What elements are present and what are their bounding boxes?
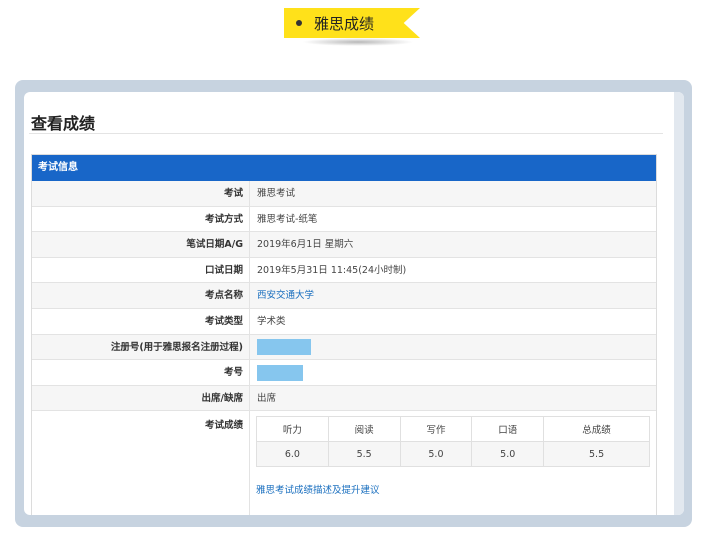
banner-title: 雅思成绩 — [314, 15, 375, 33]
row-exam-mode: 考试方式 雅思考试-纸笔 — [32, 206, 656, 233]
score-writing: 5.0 — [399, 441, 473, 468]
row-value: 2019年6月1日 星期六 — [257, 239, 354, 251]
row-label: 笔试日期A/G — [32, 232, 250, 257]
title-divider — [29, 133, 663, 134]
row-value — [250, 335, 656, 360]
redacted-registration-number — [257, 339, 311, 356]
row-value: 西安交通大学 — [250, 283, 656, 308]
section-banner: 雅思成绩 — [284, 8, 424, 48]
redacted-candidate-number — [257, 364, 303, 381]
row-label: 注册号(用于雅思报名注册过程) — [32, 334, 250, 360]
row-value — [250, 360, 656, 385]
row-candidate-number: 考号 — [32, 360, 656, 386]
row-label: 考点名称 — [32, 283, 250, 308]
score-header-overall: 总成绩 — [543, 416, 650, 443]
row-label: 考试类型 — [32, 308, 250, 334]
row-value: 听力 阅读 写作 口语 总成绩 6.0 5.5 5.0 5.0 5.5 雅思考试… — [250, 411, 656, 515]
banner-ribbon: 雅思成绩 — [284, 8, 420, 38]
info-rows: 考试 雅思考试 考试方式 雅思考试-纸笔 笔试日期A/G 2019年6月1日 星… — [32, 181, 656, 412]
score-description-link[interactable]: 雅思考试成绩描述及提升建议 — [256, 482, 656, 496]
row-label: 考试 — [32, 181, 250, 206]
score-overall: 5.5 — [543, 441, 650, 468]
row-label: 考试成绩 — [32, 411, 250, 515]
score-table: 听力 阅读 写作 口语 总成绩 6.0 5.5 5.0 5.0 5.5 — [256, 416, 650, 468]
score-value-row: 6.0 5.5 5.0 5.0 5.5 — [256, 441, 650, 468]
score-speaking: 5.0 — [471, 441, 545, 468]
row-label: 出席/缺席 — [32, 385, 250, 411]
row-attendance: 出席/缺席 出席 — [32, 385, 656, 412]
banner-shadow — [302, 38, 414, 46]
score-listening: 6.0 — [256, 441, 329, 468]
scrollbar-track[interactable] — [674, 92, 684, 515]
row-label: 考试方式 — [32, 206, 250, 232]
row-label: 口试日期 — [32, 257, 250, 283]
row-exam-type: 考试类型 学术类 — [32, 308, 656, 335]
row-scores: 考试成绩 听力 阅读 写作 口语 总成绩 6.0 5.5 5.0 5.0 5.5… — [32, 411, 656, 515]
exam-info-panel: 考试信息 考试 雅思考试 考试方式 雅思考试-纸笔 笔试日期A/G 2019年6… — [31, 154, 657, 515]
score-reading: 5.5 — [327, 441, 401, 468]
row-registration-number: 注册号(用于雅思报名注册过程) — [32, 334, 656, 361]
row-speaking-date: 口试日期 2019年5月31日 11:45(24小时制) — [32, 257, 656, 284]
score-header-row: 听力 阅读 写作 口语 总成绩 — [256, 416, 650, 443]
panel-header: 考试信息 — [32, 155, 656, 181]
test-centre-link[interactable]: 西安交通大学 — [257, 290, 314, 301]
row-value: 出席 — [257, 392, 277, 404]
row-exam: 考试 雅思考试 — [32, 181, 656, 207]
score-header-listening: 听力 — [256, 416, 329, 443]
row-value: 2019年5月31日 11:45(24小时制) — [257, 264, 407, 276]
screenshot-frame: 查看成绩 考试信息 考试 雅思考试 考试方式 雅思考试-纸笔 笔试日期A/G 2… — [15, 80, 692, 527]
row-label: 考号 — [32, 360, 250, 385]
row-value: 雅思考试-纸笔 — [257, 213, 318, 225]
score-header-reading: 阅读 — [327, 416, 401, 443]
row-value: 学术类 — [257, 315, 286, 327]
bullet-icon — [296, 20, 302, 26]
page-title: 查看成绩 — [31, 114, 96, 133]
score-header-writing: 写作 — [399, 416, 473, 443]
score-header-speaking: 口语 — [471, 416, 545, 443]
row-written-date: 笔试日期A/G 2019年6月1日 星期六 — [32, 232, 656, 258]
row-value: 雅思考试 — [257, 188, 296, 199]
row-test-centre: 考点名称 西安交通大学 — [32, 283, 656, 309]
results-page: 查看成绩 考试信息 考试 雅思考试 考试方式 雅思考试-纸笔 笔试日期A/G 2… — [24, 92, 684, 515]
